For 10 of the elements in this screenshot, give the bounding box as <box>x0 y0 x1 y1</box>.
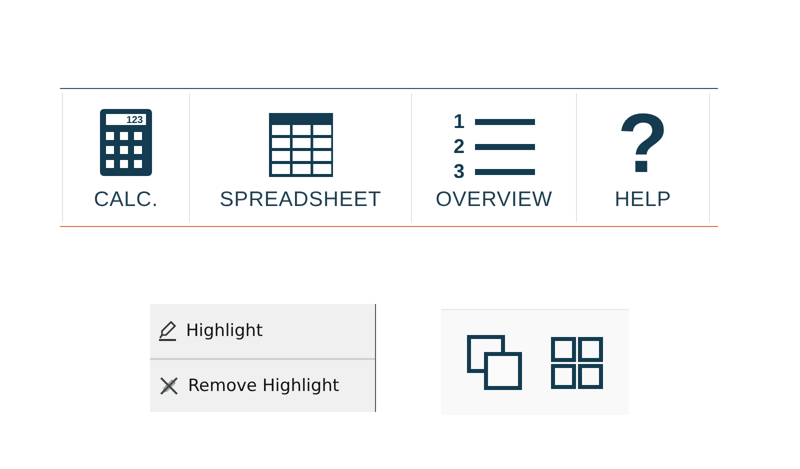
calculator-icon: 123 <box>99 108 153 178</box>
menu-item[interactable]: Highlight <box>150 304 375 358</box>
toolbar-button[interactable]: ? HELP <box>576 93 710 222</box>
highlighter-icon <box>158 320 178 342</box>
cascade-windows-icon[interactable] <box>467 334 523 390</box>
menu-item[interactable]: Remove Highlight <box>150 358 375 412</box>
table-icon <box>268 112 334 178</box>
question-mark-icon: ? <box>617 108 669 178</box>
tile-windows-icon[interactable] <box>551 336 603 388</box>
remove-highlighter-icon <box>158 375 180 397</box>
